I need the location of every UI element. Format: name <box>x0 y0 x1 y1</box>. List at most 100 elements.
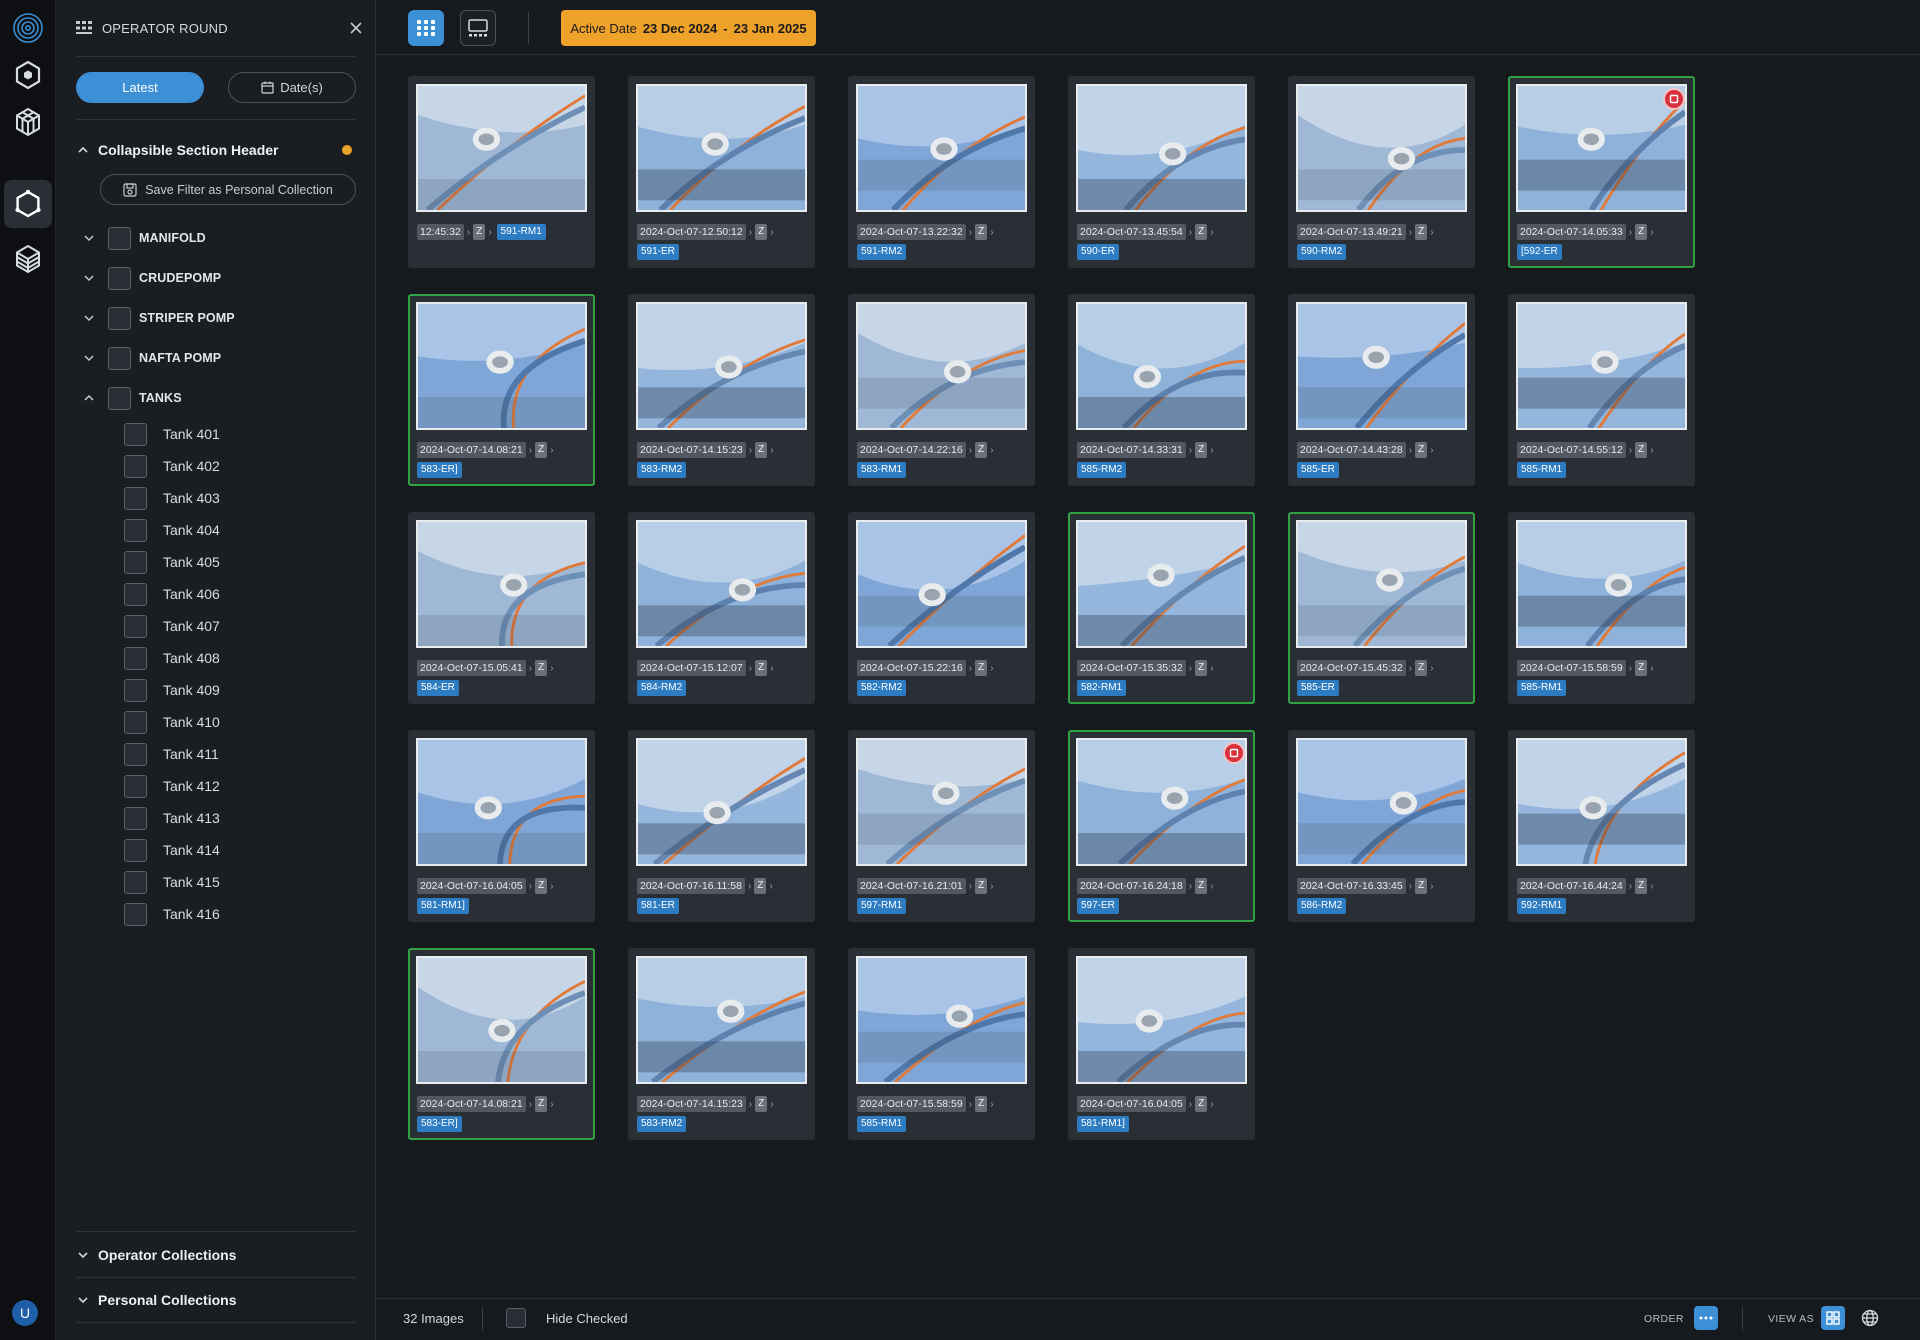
user-avatar[interactable]: U <box>12 1300 38 1326</box>
filter-group-nafta-pomp[interactable]: NAFTA POMP <box>82 345 221 371</box>
image-thumbnail[interactable] <box>1076 84 1247 212</box>
tank-item[interactable]: Tank 408 <box>124 646 220 670</box>
image-card[interactable]: 2024-Oct-07-16.04:05 › Z › 581-RM1] <box>408 730 595 922</box>
image-thumbnail[interactable] <box>1516 738 1687 866</box>
location-tag[interactable]: 583-RM2 <box>637 1116 687 1132</box>
location-tag[interactable]: 585-ER <box>1297 680 1339 696</box>
image-thumbnail[interactable] <box>856 738 1027 866</box>
personal-collections-header[interactable]: Personal Collections <box>76 1277 356 1323</box>
image-thumbnail[interactable] <box>1296 520 1467 648</box>
location-tag[interactable]: 585-ER <box>1297 462 1339 478</box>
location-tag[interactable]: 584-RM2 <box>637 680 687 696</box>
image-card[interactable]: 2024-Oct-07-14.15:23 › Z › 583-RM2 <box>628 948 815 1140</box>
image-thumbnail[interactable] <box>1296 302 1467 430</box>
chevron-down-icon[interactable] <box>82 271 96 285</box>
image-thumbnail[interactable] <box>416 520 587 648</box>
image-thumbnail[interactable] <box>636 520 807 648</box>
location-tag[interactable]: 581-ER <box>637 898 679 914</box>
active-date-badge[interactable]: Active Date 23 Dec 2024 - 23 Jan 2025 <box>561 10 816 46</box>
image-thumbnail[interactable] <box>1516 84 1687 212</box>
location-tag[interactable]: 583-RM2 <box>637 462 687 478</box>
alert-icon[interactable] <box>1663 88 1685 110</box>
location-tag[interactable]: 583-RM1 <box>857 462 907 478</box>
tank-checkbox[interactable] <box>124 422 147 446</box>
image-thumbnail[interactable] <box>636 738 807 866</box>
section-header[interactable]: Collapsible Section Header <box>76 140 356 160</box>
image-card[interactable]: 2024-Oct-07-16.24:18 › Z › 597-ER <box>1068 730 1255 922</box>
app-logo[interactable] <box>4 4 52 52</box>
chevron-down-icon[interactable] <box>76 1293 90 1307</box>
image-card[interactable]: 2024-Oct-07-15.58:59 › Z › 585-RM1 <box>848 948 1035 1140</box>
tank-checkbox[interactable] <box>124 902 147 926</box>
filter-group-crudepomp[interactable]: CRUDEPOMP <box>82 265 221 291</box>
image-thumbnail[interactable] <box>856 520 1027 648</box>
tank-item[interactable]: Tank 412 <box>124 774 220 798</box>
filter-group-striper-pomp[interactable]: STRIPER POMP <box>82 305 235 331</box>
image-thumbnail[interactable] <box>1076 738 1247 866</box>
location-tag[interactable]: [592-ER <box>1517 244 1562 260</box>
tank-item[interactable]: Tank 411 <box>124 742 219 766</box>
view-as-map-button[interactable] <box>1858 1306 1882 1330</box>
location-tag[interactable]: 585-RM1 <box>1517 680 1567 696</box>
tank-checkbox[interactable] <box>124 806 147 830</box>
image-card[interactable]: 2024-Oct-07-14.08:21 › Z › 583-ER] <box>408 294 595 486</box>
image-card[interactable]: 2024-Oct-07-16.04:05 › Z › 581-RM1] <box>1068 948 1255 1140</box>
image-thumbnail[interactable] <box>1296 84 1467 212</box>
location-tag[interactable]: 591-RM1 <box>496 224 546 240</box>
tank-checkbox[interactable] <box>124 454 147 478</box>
image-thumbnail[interactable] <box>1516 302 1687 430</box>
group-checkbox[interactable] <box>108 306 131 330</box>
tank-checkbox[interactable] <box>124 614 147 638</box>
image-card[interactable]: 2024-Oct-07-13.45:54 › Z › 590-ER <box>1068 76 1255 268</box>
tank-item[interactable]: Tank 414 <box>124 838 220 862</box>
image-card[interactable]: 12:45:32 › Z › 591-RM1 <box>408 76 595 268</box>
view-as-grid-button[interactable] <box>1821 1306 1845 1330</box>
image-card[interactable]: 2024-Oct-07-13.49:21 › Z › 590-RM2 <box>1288 76 1475 268</box>
rail-nav-layers[interactable] <box>4 235 52 283</box>
image-thumbnail[interactable] <box>856 84 1027 212</box>
tank-item[interactable]: Tank 407 <box>124 614 220 638</box>
location-tag[interactable]: 581-RM1] <box>417 898 469 914</box>
image-thumbnail[interactable] <box>856 302 1027 430</box>
location-tag[interactable]: 585-RM1 <box>857 1116 907 1132</box>
location-tag[interactable]: 581-RM1] <box>1077 1116 1129 1132</box>
tank-item[interactable]: Tank 401 <box>124 422 220 446</box>
image-thumbnail[interactable] <box>416 738 587 866</box>
image-card[interactable]: 2024-Oct-07-12.50:12 › Z › 591-ER <box>628 76 815 268</box>
chevron-down-icon[interactable] <box>76 1248 90 1262</box>
tank-checkbox[interactable] <box>124 646 147 670</box>
chevron-down-icon[interactable] <box>82 351 96 365</box>
image-thumbnail[interactable] <box>416 84 587 212</box>
tank-item[interactable]: Tank 415 <box>124 870 220 894</box>
tank-item[interactable]: Tank 404 <box>124 518 220 542</box>
tank-item[interactable]: Tank 403 <box>124 486 220 510</box>
location-tag[interactable]: 590-RM2 <box>1297 244 1347 260</box>
tank-item[interactable]: Tank 409 <box>124 678 220 702</box>
tank-checkbox[interactable] <box>124 774 147 798</box>
location-tag[interactable]: 591-ER <box>637 244 679 260</box>
hide-checked-checkbox[interactable] <box>506 1308 526 1328</box>
tank-item[interactable]: Tank 402 <box>124 454 220 478</box>
filmstrip-view-button[interactable] <box>460 10 496 46</box>
image-card[interactable]: 2024-Oct-07-14.08:21 › Z › 583-ER] <box>408 948 595 1140</box>
image-thumbnail[interactable] <box>416 956 587 1084</box>
group-checkbox[interactable] <box>108 226 131 250</box>
image-card[interactable]: 2024-Oct-07-16.44:24 › Z › 592-RM1 <box>1508 730 1695 922</box>
image-thumbnail[interactable] <box>636 956 807 1084</box>
image-card[interactable]: 2024-Oct-07-15.12:07 › Z › 584-RM2 <box>628 512 815 704</box>
filter-group-manifold[interactable]: MANIFOLD <box>82 225 206 251</box>
location-tag[interactable]: 583-ER] <box>417 462 462 478</box>
tank-checkbox[interactable] <box>124 518 147 542</box>
tank-item[interactable]: Tank 405 <box>124 550 220 574</box>
image-thumbnail[interactable] <box>1076 956 1247 1084</box>
image-card[interactable]: 2024-Oct-07-14.55:12 › Z › 585-RM1 <box>1508 294 1695 486</box>
location-tag[interactable]: 582-RM1 <box>1077 680 1127 696</box>
chevron-down-icon[interactable] <box>82 311 96 325</box>
group-checkbox[interactable] <box>108 266 131 290</box>
image-thumbnail[interactable] <box>636 302 807 430</box>
rail-nav-models[interactable] <box>4 98 52 146</box>
image-card[interactable]: 2024-Oct-07-15.22:16 › Z › 582-RM2 <box>848 512 1035 704</box>
tank-checkbox[interactable] <box>124 678 147 702</box>
image-card[interactable]: 2024-Oct-07-14.15:23 › Z › 583-RM2 <box>628 294 815 486</box>
tank-item[interactable]: Tank 413 <box>124 806 220 830</box>
